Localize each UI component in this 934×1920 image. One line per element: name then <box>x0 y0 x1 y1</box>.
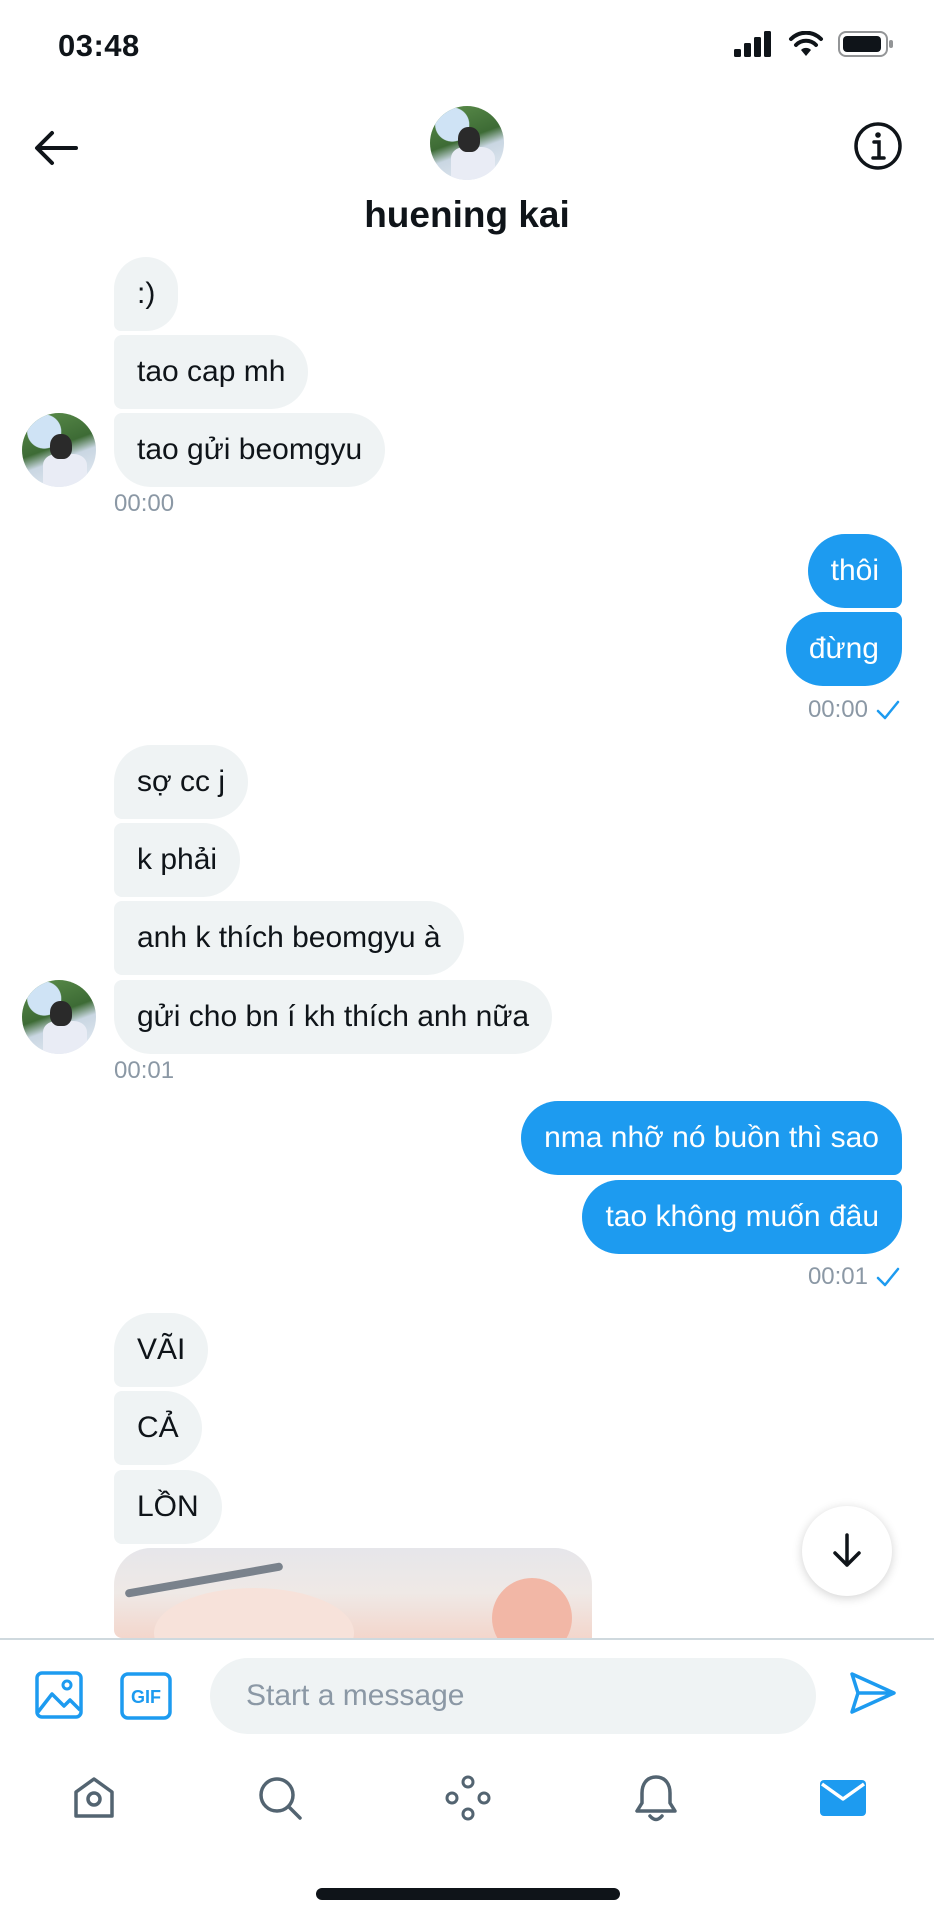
message-bubble-incoming[interactable]: LỒN <box>114 1470 222 1544</box>
message-bubble-incoming[interactable]: :) <box>114 257 179 331</box>
message-bubble-incoming[interactable]: tao gửi beomgyu <box>114 413 386 487</box>
tab-spaces[interactable] <box>440 1770 496 1826</box>
media-button[interactable] <box>34 1670 84 1725</box>
home-indicator[interactable] <box>316 1888 620 1900</box>
notifications-icon <box>635 1775 677 1822</box>
sender-avatar[interactable] <box>22 980 96 1054</box>
message-bubble-outgoing[interactable]: đừng <box>785 612 902 686</box>
conversation-title[interactable]: huening kai <box>0 194 934 236</box>
message-timestamp: 00:00 <box>114 490 175 517</box>
arrow-down-icon <box>833 1533 861 1567</box>
message-bubble-incoming[interactable]: k phải <box>114 823 241 897</box>
message-bubble-incoming[interactable]: sợ cc j <box>114 745 249 819</box>
tab-notifications[interactable] <box>628 1770 684 1826</box>
status-icons <box>734 30 894 58</box>
info-button[interactable] <box>850 118 906 174</box>
battery-icon <box>838 31 893 57</box>
tab-home[interactable] <box>66 1770 122 1826</box>
sender-avatar[interactable] <box>22 413 96 487</box>
messages-icon <box>820 1780 866 1816</box>
back-button[interactable] <box>28 120 84 176</box>
gif-button[interactable]: GIF <box>120 1672 172 1725</box>
tab-search[interactable] <box>252 1770 308 1826</box>
message-bubble-outgoing[interactable]: nma nhỡ nó buồn thì sao <box>521 1101 902 1175</box>
send-button[interactable] <box>848 1670 898 1721</box>
signal-icon <box>734 31 771 57</box>
conversation-header: huening kai <box>0 96 934 246</box>
message-composer: GIF <box>0 1638 934 1740</box>
arrow-left-icon <box>35 131 78 165</box>
message-bubble-incoming[interactable]: tao cap mh <box>114 335 309 409</box>
image-message[interactable] <box>114 1548 592 1638</box>
checkmark-icon <box>876 700 900 720</box>
status-bar: 03:48 <box>0 0 934 96</box>
bottom-tab-bar <box>0 1740 934 1850</box>
message-input[interactable] <box>210 1658 816 1734</box>
image-icon <box>35 1671 83 1719</box>
home-icon <box>74 1777 114 1818</box>
message-bubble-outgoing[interactable]: tao không muốn đâu <box>582 1180 902 1254</box>
send-icon <box>850 1672 896 1714</box>
message-bubble-incoming[interactable]: gửi cho bn í kh thích anh nữa <box>114 980 553 1054</box>
message-timestamp-row: 00:00 <box>808 696 900 724</box>
gif-label: GIF <box>131 1687 161 1707</box>
spaces-icon <box>445 1775 491 1821</box>
info-icon <box>854 122 902 170</box>
message-timestamp: 00:01 <box>807 1263 868 1290</box>
tab-messages[interactable] <box>815 1770 871 1826</box>
message-timestamp-row: 00:01 <box>808 1263 900 1291</box>
message-bubble-incoming[interactable]: anh k thích beomgyu à <box>114 901 464 975</box>
message-bubble-outgoing[interactable]: thôi <box>807 534 902 608</box>
message-timestamp: 00:00 <box>807 696 868 723</box>
scroll-to-bottom-button[interactable] <box>802 1506 892 1596</box>
gif-icon: GIF <box>120 1672 172 1720</box>
message-timestamp: 00:01 <box>114 1057 175 1084</box>
header-avatar[interactable] <box>430 106 504 180</box>
status-time: 03:48 <box>58 28 140 63</box>
message-bubble-incoming[interactable]: VÃI <box>114 1313 209 1387</box>
wifi-icon <box>789 31 823 56</box>
search-icon <box>259 1777 302 1820</box>
message-bubble-incoming[interactable]: CẢ <box>114 1391 202 1465</box>
checkmark-icon <box>876 1267 900 1287</box>
